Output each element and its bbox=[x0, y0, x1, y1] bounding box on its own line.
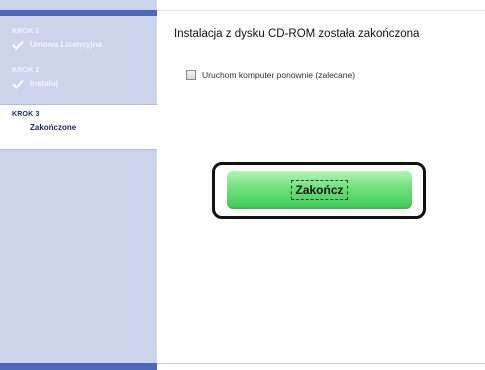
step-2-label: KROK 2 bbox=[12, 67, 40, 74]
checkmark-icon bbox=[12, 79, 24, 89]
steps-sidebar: KROK 1 Umowa Licencyjna KROK 2 Instaluj … bbox=[0, 0, 157, 370]
restart-option[interactable]: Uruchom komputer ponownie (zalecane) bbox=[186, 68, 355, 82]
finish-button-label: Zakończ bbox=[291, 180, 348, 200]
step-1-label: KROK 1 bbox=[12, 28, 40, 35]
page-title: Instalacja z dysku CD-ROM została zakońc… bbox=[174, 28, 420, 40]
finish-button[interactable]: Zakończ bbox=[227, 171, 412, 209]
step-3-current: KROK 3 Zakończone bbox=[0, 104, 157, 150]
bottom-divider bbox=[157, 363, 485, 364]
sidebar-bottom-bar bbox=[0, 363, 157, 370]
step-2-name: Instaluj bbox=[30, 79, 59, 88]
restart-checkbox-label[interactable]: Uruchom komputer ponownie (zalecane) bbox=[202, 70, 355, 80]
step-3-name: Zakończone bbox=[30, 123, 77, 132]
step-1-name: Umowa Licencyjna bbox=[30, 40, 103, 49]
restart-checkbox[interactable] bbox=[186, 70, 196, 80]
sidebar-top-bar bbox=[0, 10, 157, 16]
main-top-divider bbox=[157, 10, 485, 11]
checkmark-icon bbox=[12, 40, 24, 50]
step-3-label: KROK 3 bbox=[12, 111, 40, 118]
